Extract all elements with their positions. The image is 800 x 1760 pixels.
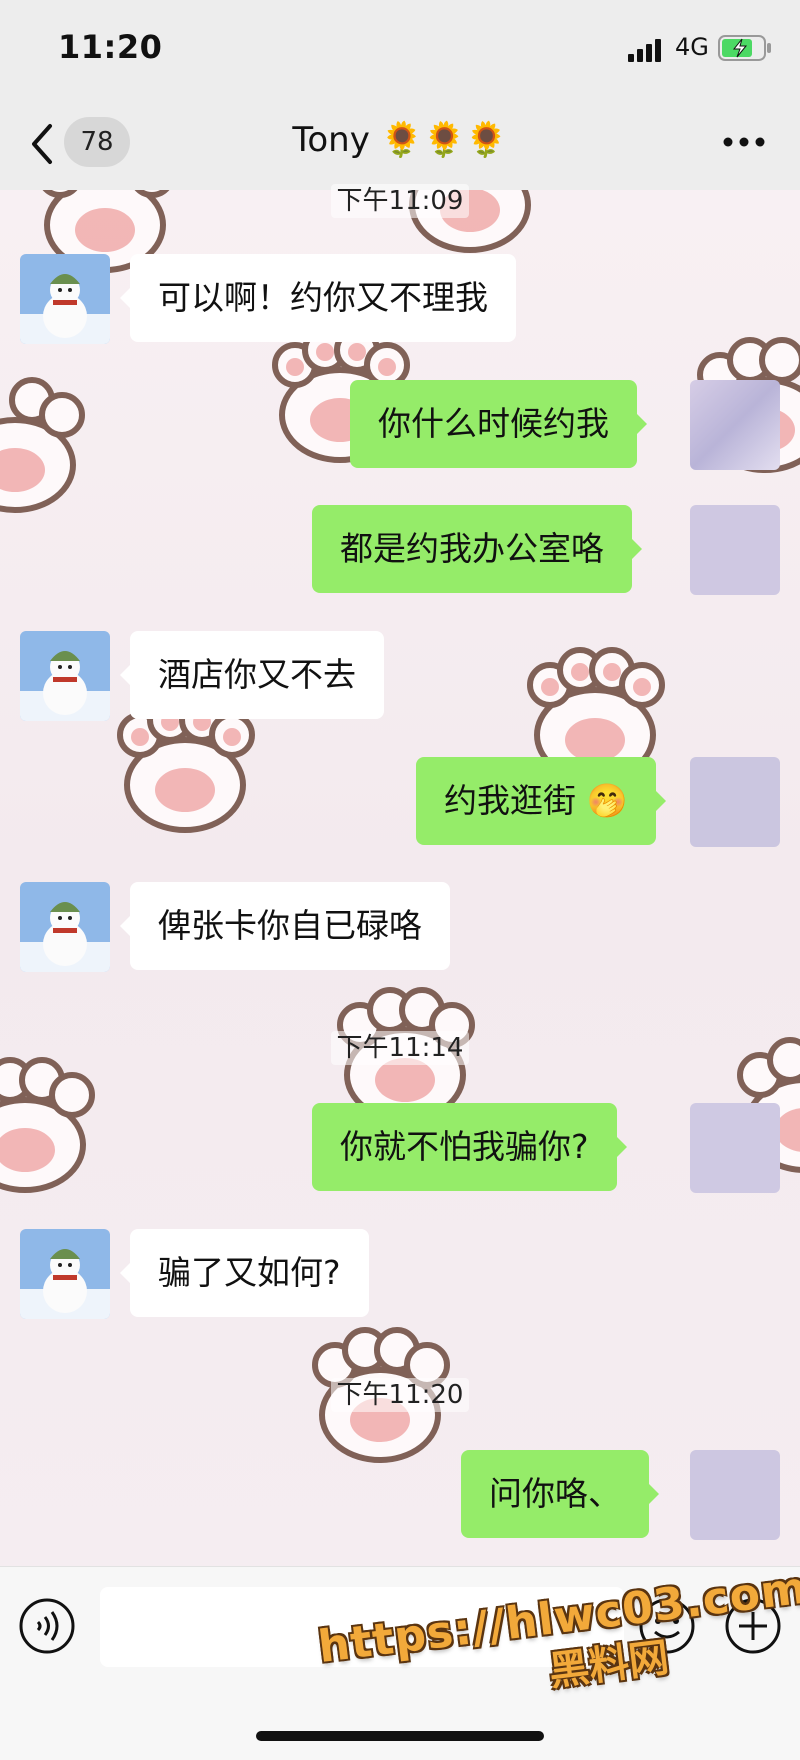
message-timestamp: 下午11:20 (0, 1374, 800, 1412)
contact-avatar[interactable] (20, 254, 110, 344)
incoming-message-bubble[interactable]: 酒店你又不去 (120, 631, 384, 719)
message-timestamp: 下午11:09 (0, 180, 800, 218)
contact-avatar[interactable] (20, 882, 110, 972)
more-icon[interactable] (722, 136, 766, 148)
voice-icon[interactable] (18, 1597, 76, 1655)
outgoing-message-bubble[interactable]: 你什么时候约我 (350, 380, 647, 468)
paw-decoration (0, 1057, 95, 1193)
contact-avatar[interactable] (20, 631, 110, 721)
network-type: 4G (675, 33, 709, 61)
my-avatar[interactable] (690, 757, 780, 847)
my-avatar[interactable] (690, 505, 780, 595)
my-avatar[interactable] (690, 1450, 780, 1540)
status-time: 11:20 (58, 28, 163, 66)
signal-icon (628, 39, 661, 62)
my-avatar[interactable] (690, 1103, 780, 1193)
incoming-message-bubble[interactable]: 可以啊！约你又不理我 (120, 254, 516, 342)
contact-avatar[interactable] (20, 1229, 110, 1319)
chat-title: Tony 🌻🌻🌻 (292, 120, 508, 160)
home-indicator (256, 1731, 544, 1741)
incoming-message-bubble[interactable]: 骗了又如何? (120, 1229, 369, 1317)
status-bar: 11:20 4G (0, 0, 800, 100)
outgoing-message-bubble[interactable]: 问你咯、 (461, 1450, 659, 1538)
outgoing-message-bubble[interactable]: 都是约我办公室咯 (312, 505, 642, 593)
outgoing-message-bubble[interactable]: 约我逛街 🤭 (416, 757, 666, 845)
battery-icon (718, 35, 771, 61)
outgoing-message-bubble[interactable]: 你就不怕我骗你? (312, 1103, 627, 1191)
incoming-message-bubble[interactable]: 俾张卡你自已碌咯 (120, 882, 450, 970)
message-timestamp: 下午11:14 (0, 1027, 800, 1065)
paw-decoration (0, 377, 85, 513)
my-avatar[interactable] (690, 380, 780, 470)
